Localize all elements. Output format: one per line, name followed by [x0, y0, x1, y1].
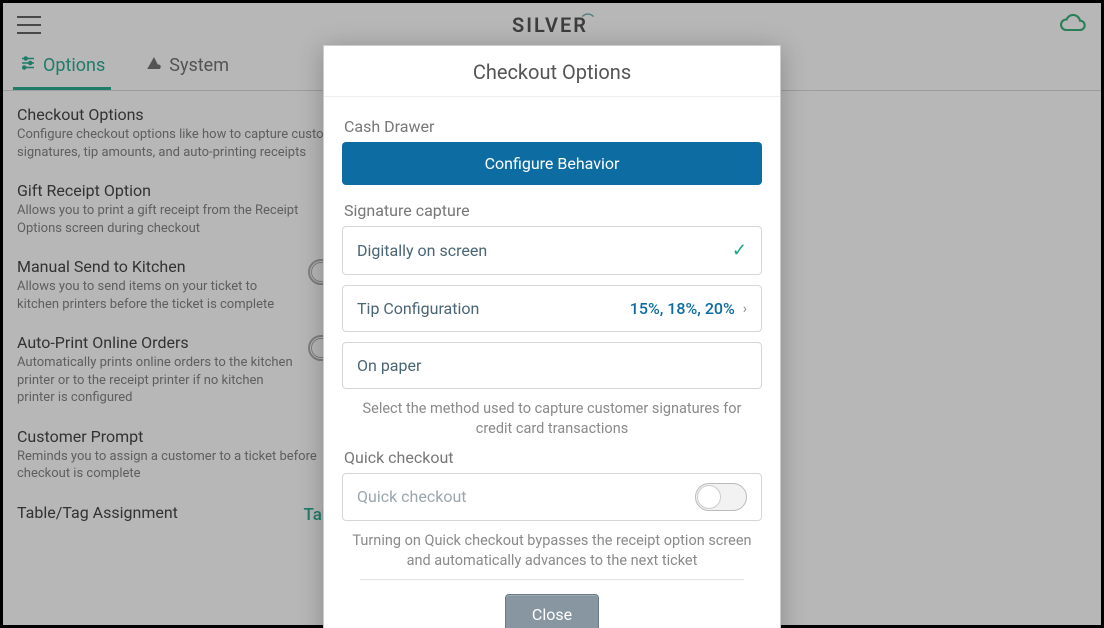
modal-title: Checkout Options	[324, 46, 780, 97]
quick-checkout-help-text: Turning on Quick checkout bypasses the r…	[346, 531, 758, 572]
quick-checkout-row: Quick checkout	[342, 473, 762, 521]
option-label: On paper	[357, 356, 421, 375]
option-label: Tip Configuration	[357, 299, 479, 318]
configure-behavior-button[interactable]: Configure Behavior	[342, 142, 762, 185]
signature-capture-label: Signature capture	[344, 201, 762, 220]
cash-drawer-label: Cash Drawer	[344, 117, 762, 136]
option-digitally-on-screen[interactable]: Digitally on screen ✓	[342, 226, 762, 275]
tip-values: 15%, 18%, 20%	[630, 299, 735, 318]
chevron-right-icon: ›	[743, 301, 747, 317]
quick-checkout-row-label: Quick checkout	[357, 487, 467, 506]
checkout-options-modal: Checkout Options Cash Drawer Configure B…	[323, 45, 781, 628]
option-on-paper[interactable]: On paper	[342, 342, 762, 389]
option-tip-configuration[interactable]: Tip Configuration 15%, 18%, 20% ›	[342, 285, 762, 332]
option-label: Digitally on screen	[357, 241, 487, 260]
close-button[interactable]: Close	[505, 594, 599, 628]
quick-checkout-toggle[interactable]	[695, 483, 747, 511]
quick-checkout-label: Quick checkout	[344, 448, 762, 467]
check-icon: ✓	[732, 240, 747, 261]
signature-help-text: Select the method used to capture custom…	[346, 399, 758, 440]
